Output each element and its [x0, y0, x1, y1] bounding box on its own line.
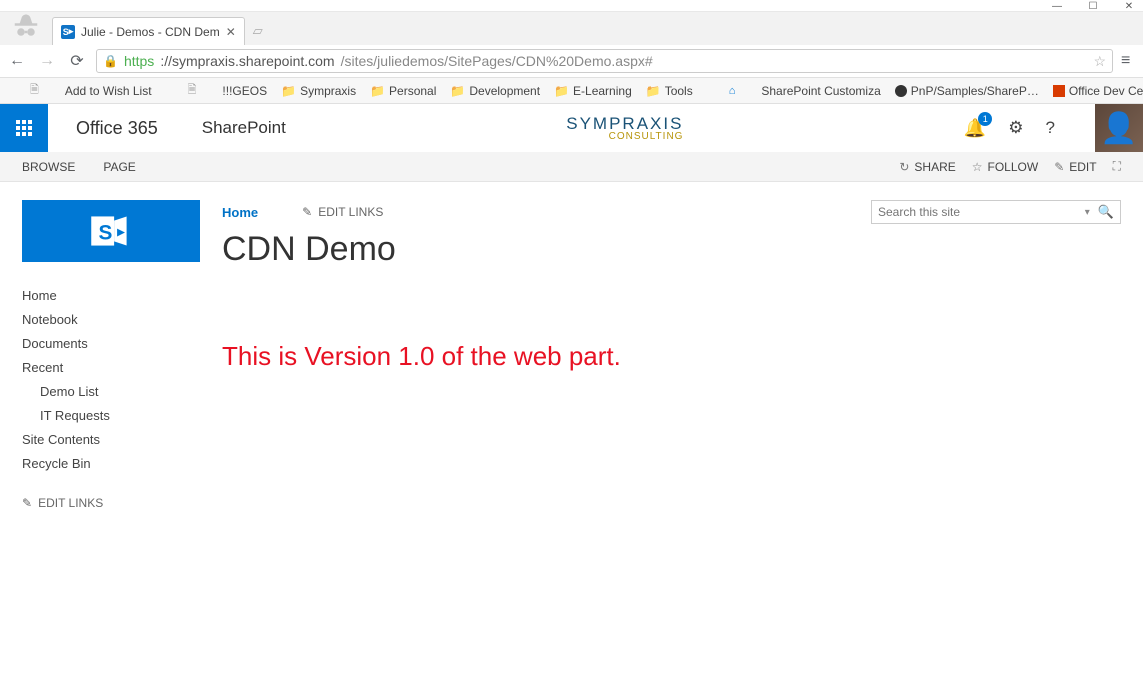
- pencil-icon: ✎: [302, 205, 312, 219]
- nav-recycle-bin[interactable]: Recycle Bin: [22, 456, 200, 471]
- waffle-icon: [16, 120, 32, 136]
- window-close-button[interactable]: ✕: [1123, 0, 1135, 12]
- ribbon-tab-page[interactable]: PAGE: [103, 160, 135, 174]
- sharepoint-icon: ⌂: [707, 67, 758, 115]
- nav-site-contents[interactable]: Site Contents: [22, 432, 200, 447]
- nav-notebook[interactable]: Notebook: [22, 312, 200, 327]
- office-icon: [1053, 85, 1065, 97]
- main-column: Home ✎ EDIT LINKS ▾ 🔍 CDN Demo This is V…: [222, 200, 1121, 510]
- bookmark-item[interactable]: 📁Personal: [370, 84, 436, 98]
- suite-actions: 🔔 1 ⚙ ? 👤: [964, 104, 1143, 152]
- suite-app-name[interactable]: SharePoint: [202, 118, 286, 138]
- window-maximize-button[interactable]: ☐: [1087, 0, 1099, 12]
- tab-title: Julie - Demos - CDN Dem: [81, 25, 220, 39]
- search-box[interactable]: ▾ 🔍: [871, 200, 1121, 224]
- folder-icon: 📁: [646, 84, 661, 98]
- share-icon: ↻: [899, 160, 909, 174]
- browser-menu-icon[interactable]: ≡: [1121, 52, 1137, 70]
- app-launcher-button[interactable]: [0, 104, 48, 152]
- gear-icon: ⚙: [1008, 118, 1023, 137]
- focus-icon: ⛶: [1113, 159, 1121, 174]
- nav-recent[interactable]: Recent: [22, 360, 200, 375]
- bookmark-item[interactable]: 📁Development: [450, 84, 540, 98]
- top-nav: Home ✎ EDIT LINKS ▾ 🔍: [222, 200, 1121, 224]
- page-title: CDN Demo: [222, 230, 1121, 269]
- quick-launch: Home Notebook Documents Recent Demo List…: [22, 288, 200, 510]
- github-icon: [895, 85, 907, 97]
- bookmark-item[interactable]: PnP/Samples/ShareP…: [895, 84, 1039, 98]
- window-minimize-button[interactable]: —: [1051, 0, 1063, 12]
- site-logo: SYMPRAXIS CONSULTING: [566, 115, 683, 142]
- star-icon: ☆: [972, 160, 983, 174]
- bookmark-item[interactable]: Office Dev Center - Fa: [1053, 84, 1143, 98]
- ribbon-tab-browse[interactable]: BROWSE: [22, 160, 75, 174]
- folder-icon: 📁: [281, 84, 296, 98]
- suite-brand[interactable]: Office 365: [76, 118, 158, 139]
- notifications-button[interactable]: 🔔 1: [964, 118, 986, 139]
- bookmark-item[interactable]: 📁Sympraxis: [281, 84, 356, 98]
- nav-home[interactable]: Home: [22, 288, 200, 303]
- window-titlebar: — ☐ ✕: [0, 0, 1143, 12]
- nav-edit-links-button[interactable]: ✎ EDIT LINKS: [22, 496, 200, 510]
- follow-button[interactable]: ☆FOLLOW: [972, 160, 1038, 174]
- focus-button[interactable]: ⛶: [1113, 159, 1121, 174]
- folder-icon: 📁: [450, 84, 465, 98]
- browser-tab-row: S▸ Julie - Demos - CDN Dem ✕ ▱: [0, 12, 1143, 45]
- search-input[interactable]: [878, 205, 1085, 219]
- tab-favicon-icon: S▸: [61, 25, 75, 39]
- chevron-down-icon[interactable]: ▾: [1085, 207, 1090, 218]
- bookmark-item[interactable]: 📁E-Learning: [554, 84, 632, 98]
- page-icon: 🗎: [166, 63, 219, 118]
- webpart-text: This is Version 1.0 of the web part.: [222, 341, 1121, 372]
- share-button[interactable]: ↻SHARE: [899, 160, 955, 174]
- url-path: /sites/juliedemos/SitePages/CDN%20Demo.a…: [341, 53, 653, 69]
- ribbon-right: ↻SHARE ☆FOLLOW ✎EDIT ⛶: [899, 159, 1121, 174]
- nav-documents[interactable]: Documents: [22, 336, 200, 351]
- browser-tab[interactable]: S▸ Julie - Demos - CDN Dem ✕: [52, 17, 245, 45]
- folder-icon: 📁: [554, 84, 569, 98]
- ribbon-bar: BROWSE PAGE ↻SHARE ☆FOLLOW ✎EDIT ⛶: [0, 152, 1143, 182]
- bookmarks-bar: 🗎Add to Wish List 🗎!!!GEOS 📁Sympraxis 📁P…: [0, 78, 1143, 104]
- bookmark-item[interactable]: 📁Tools: [646, 84, 693, 98]
- folder-icon: 📁: [370, 84, 385, 98]
- bookmark-item[interactable]: ⌂SharePoint Customiza: [707, 67, 881, 115]
- sharepoint-s-icon: S ▶: [85, 210, 137, 252]
- help-icon: ?: [1046, 118, 1055, 137]
- user-avatar[interactable]: 👤: [1095, 104, 1143, 152]
- bookmark-star-icon[interactable]: ☆: [1093, 53, 1106, 70]
- incognito-icon: [8, 9, 44, 45]
- search-icon[interactable]: 🔍: [1098, 204, 1114, 220]
- left-column: S ▶ Home Notebook Documents Recent Demo …: [22, 200, 200, 510]
- pencil-icon: ✎: [1054, 160, 1064, 174]
- svg-text:▶: ▶: [116, 227, 125, 237]
- site-logo-tile[interactable]: S ▶: [22, 200, 200, 262]
- new-tab-button[interactable]: ▱: [253, 23, 271, 41]
- ribbon-left: BROWSE PAGE: [22, 160, 136, 174]
- bookmark-item[interactable]: 🗎!!!GEOS: [166, 63, 268, 118]
- svg-text:S: S: [99, 221, 113, 244]
- settings-button[interactable]: ⚙: [1008, 118, 1023, 138]
- topnav-home[interactable]: Home: [222, 205, 258, 220]
- nav-demo-list[interactable]: Demo List: [22, 384, 200, 399]
- pencil-icon: ✎: [22, 496, 32, 510]
- topnav-edit-links[interactable]: ✎ EDIT LINKS: [302, 205, 383, 219]
- nav-it-requests[interactable]: IT Requests: [22, 408, 200, 423]
- notifications-badge: 1: [978, 112, 992, 126]
- page-body: S ▶ Home Notebook Documents Recent Demo …: [0, 182, 1143, 528]
- help-button[interactable]: ?: [1046, 118, 1055, 138]
- edit-button[interactable]: ✎EDIT: [1054, 160, 1096, 174]
- tab-close-icon[interactable]: ✕: [226, 25, 236, 39]
